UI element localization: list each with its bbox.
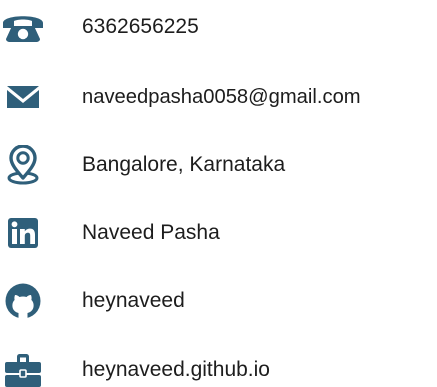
linkedin-name[interactable]: Naveed Pasha [82, 213, 220, 253]
contact-row-email: naveedpasha0058@gmail.com [0, 77, 437, 117]
contact-row-linkedin: Naveed Pasha [0, 213, 437, 253]
contact-row-location: Bangalore, Karnataka [0, 145, 437, 185]
github-username[interactable]: heynaveed [82, 281, 185, 321]
website-url[interactable]: heynaveed.github.io [82, 350, 270, 387]
contact-row-website: heynaveed.github.io [0, 350, 437, 387]
briefcase-icon [0, 350, 46, 387]
linkedin-icon [0, 213, 46, 253]
contact-row-phone: 6362656225 [0, 7, 437, 47]
github-icon [0, 281, 46, 321]
location-text: Bangalore, Karnataka [82, 153, 286, 176]
contact-row-github: heynaveed [0, 281, 437, 321]
phone-icon [0, 7, 46, 47]
envelope-icon [0, 77, 46, 117]
phone-number[interactable]: 6362656225 [82, 7, 199, 47]
email-address[interactable]: naveedpasha0058@gmail.com [82, 77, 361, 117]
contact-list: 6362656225 naveedpasha0058@gmail.com Ban… [0, 0, 437, 387]
location-pin-icon [0, 145, 46, 185]
